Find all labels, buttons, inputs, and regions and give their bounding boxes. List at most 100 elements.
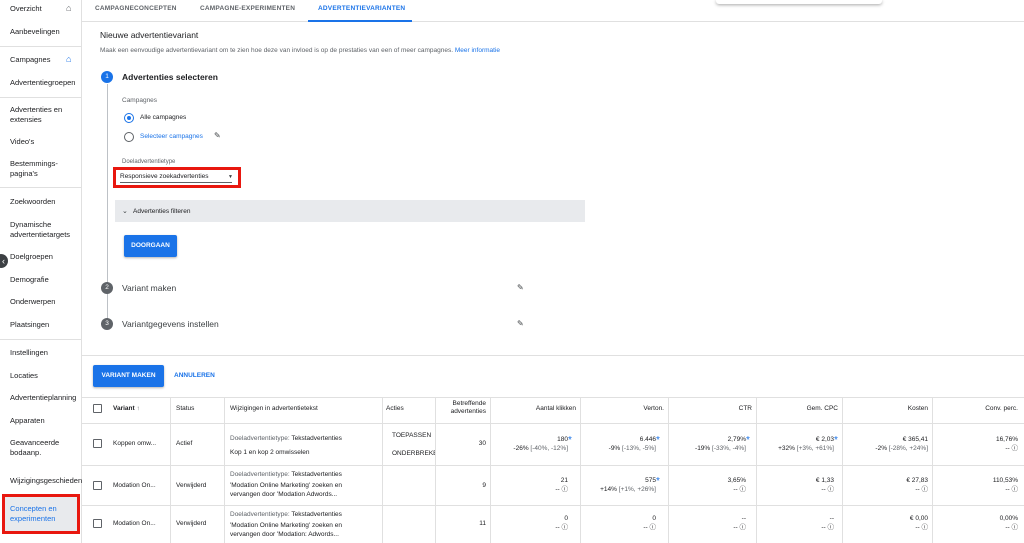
sidebar-item-devices[interactable]: Apparaten — [10, 416, 80, 426]
status-text: Verwijderd — [176, 520, 207, 527]
header-clicks[interactable]: Aantal klikken — [494, 405, 576, 412]
sidebar-item-dynamic-targets[interactable]: Dynamische advertentietargets — [10, 220, 80, 240]
help-icon[interactable]: ⓘ — [922, 486, 929, 493]
sidebar-item-keywords[interactable]: Zoekwoorden — [10, 197, 80, 207]
help-icon[interactable]: ⓘ — [828, 486, 835, 493]
sidebar-item-demographics[interactable]: Demografie — [10, 275, 80, 285]
target-type-dropdown[interactable]: Responsieve zoekadvertenties — [120, 173, 209, 180]
help-icon[interactable]: ⓘ — [740, 524, 747, 531]
sidebar-item-change-history[interactable]: Wijzigingsgeschiedenis — [10, 476, 82, 486]
header-status[interactable]: Status — [176, 405, 194, 412]
tab-campaign-drafts[interactable]: CAMPAGNECONCEPTEN — [95, 5, 177, 12]
step-1-circle: 1 — [101, 71, 113, 83]
variant-link[interactable]: Koppen omw... — [113, 439, 156, 448]
step-3-title: Variantgegevens instellen — [122, 319, 219, 329]
header-actions[interactable]: Acties — [386, 405, 404, 412]
help-icon[interactable]: ⓘ — [562, 524, 569, 531]
clicks-value: 21 — [560, 477, 568, 484]
radio-select-campaigns[interactable] — [124, 132, 134, 142]
dropdown-arrow-icon[interactable]: ▼ — [228, 174, 233, 180]
ad-filters-panel[interactable]: ⌄ Advertenties filteren — [115, 200, 585, 222]
header-conv-rate[interactable]: Conv. perc. — [936, 405, 1018, 412]
select-campaigns-link[interactable]: Selecteer campagnes — [140, 133, 203, 140]
col-divider — [756, 397, 757, 543]
tab-ad-variations[interactable]: ADVERTENTIEVARIANTEN — [318, 5, 405, 12]
header-cpc[interactable]: Gem. CPC — [760, 405, 838, 412]
sidebar-item-advanced-bid[interactable]: Geavanceerde bodaanp. — [10, 438, 80, 458]
change-type: Doeladvertentietype: Tekstadvertenties — [230, 510, 342, 519]
variant-link[interactable]: Modation On... — [113, 519, 156, 528]
sidebar-item-settings[interactable]: Instellingen — [10, 348, 80, 358]
ctr-delta-text: -- — [733, 524, 738, 531]
change-type-label: Doeladvertentietype: — [230, 435, 290, 442]
header-cost[interactable]: Kosten — [846, 405, 928, 412]
variant-link[interactable]: Modation On... — [113, 481, 156, 490]
help-icon[interactable]: ⓘ — [650, 524, 657, 531]
tab-campaign-experiments[interactable]: CAMPAGNE-EXPERIMENTEN — [200, 5, 295, 12]
header-variant[interactable]: Variant ↑ — [113, 405, 140, 412]
target-type-label: Doeladvertentietype — [122, 159, 176, 165]
help-icon[interactable]: ⓘ — [1012, 445, 1019, 452]
change-type-label: Doeladvertentietype: — [230, 471, 290, 478]
col-divider — [580, 397, 581, 543]
sidebar-item-landing-pages[interactable]: Bestemmings-pagina's — [10, 159, 80, 179]
cost-delta-text: -- — [915, 486, 920, 493]
tab-bar: CAMPAGNECONCEPTEN CAMPAGNE-EXPERIMENTEN … — [82, 0, 1024, 22]
help-icon[interactable]: ⓘ — [562, 486, 569, 493]
sidebar-item-adgroups[interactable]: Advertentiegroepen — [10, 78, 80, 88]
sidebar-item-videos[interactable]: Video's — [10, 137, 80, 147]
sidebar-item-locations[interactable]: Locaties — [10, 371, 80, 381]
impr-range: [-13%, -5%] — [622, 445, 656, 452]
col-divider — [842, 397, 843, 543]
select-all-checkbox[interactable] — [93, 404, 102, 413]
cpc-delta: -- ⓘ — [760, 523, 834, 532]
header-changes[interactable]: Wijzigingen in advertentietekst — [230, 405, 318, 412]
radio-all-campaigns-label[interactable]: Alle campagnes — [140, 114, 186, 121]
page-description: Maak een eenvoudige advertentievariant o… — [100, 47, 500, 54]
header-ads[interactable]: Betreffende advertenties — [440, 400, 486, 416]
impr-delta: +14% [+1%, +26%] — [582, 485, 656, 494]
sidebar-item-ads-extensions[interactable]: Advertenties en extensies — [10, 105, 80, 125]
change-type: Doeladvertentietype: Tekstadvertenties — [230, 470, 342, 479]
edit-pencil-icon[interactable]: ✎ — [517, 319, 524, 328]
sidebar-item-placements[interactable]: Plaatsingen — [10, 320, 80, 330]
change-text: 'Modation Online Marketing' zoeken en — [230, 522, 342, 529]
more-info-link[interactable]: Meer informatie — [455, 47, 500, 54]
popup-edge — [716, 0, 882, 4]
sidebar-item-ad-schedule[interactable]: Advertentieplanning — [10, 393, 80, 403]
continue-button[interactable]: DOORGAAN — [124, 235, 177, 257]
sidebar-item-topics[interactable]: Onderwerpen — [10, 297, 80, 307]
conv-delta: -- ⓘ — [936, 444, 1018, 453]
help-icon[interactable]: ⓘ — [1012, 524, 1019, 531]
impr-range: [+1%, +26%] — [618, 486, 656, 493]
cpc-value: -- — [829, 515, 834, 522]
cpc-value: € 2,03 — [815, 436, 834, 443]
help-icon[interactable]: ⓘ — [740, 486, 747, 493]
pause-button[interactable]: ONDERBREKEN — [392, 449, 435, 458]
edit-pencil-icon[interactable]: ✎ — [517, 283, 524, 292]
row-checkbox[interactable] — [93, 439, 102, 448]
radio-all-campaigns[interactable] — [124, 113, 134, 123]
cost-delta-pct: -2% — [875, 445, 887, 452]
row-checkbox[interactable] — [93, 481, 102, 490]
sidebar-item-audiences[interactable]: Doelgroepen — [10, 252, 80, 262]
cancel-button[interactable]: ANNULEREN — [174, 372, 215, 379]
create-variant-button[interactable]: VARIANT MAKEN — [93, 365, 164, 387]
variants-table: Variant ↑ Status Wijzigingen in adverten… — [82, 397, 1024, 543]
sidebar-item-drafts-experiments[interactable]: Concepten en experimenten — [10, 504, 74, 524]
help-icon[interactable]: ⓘ — [1012, 486, 1019, 493]
sidebar-divider — [0, 46, 82, 47]
cost-range: [-28%, +24%] — [888, 445, 928, 452]
sidebar-item-recommendations[interactable]: Aanbevelingen — [10, 27, 80, 37]
help-icon[interactable]: ⓘ — [828, 524, 835, 531]
edit-pencil-icon[interactable]: ✎ — [214, 131, 221, 140]
impr-value: 575 — [645, 477, 656, 484]
clicks-value: 0 — [564, 515, 568, 522]
header-impressions[interactable]: Verton. — [582, 405, 664, 412]
row-checkbox[interactable] — [93, 519, 102, 528]
apply-button[interactable]: TOEPASSEN — [392, 431, 431, 440]
col-divider — [668, 397, 669, 543]
impr-value: 0 — [652, 515, 656, 522]
header-ctr[interactable]: CTR — [672, 405, 752, 412]
help-icon[interactable]: ⓘ — [922, 524, 929, 531]
